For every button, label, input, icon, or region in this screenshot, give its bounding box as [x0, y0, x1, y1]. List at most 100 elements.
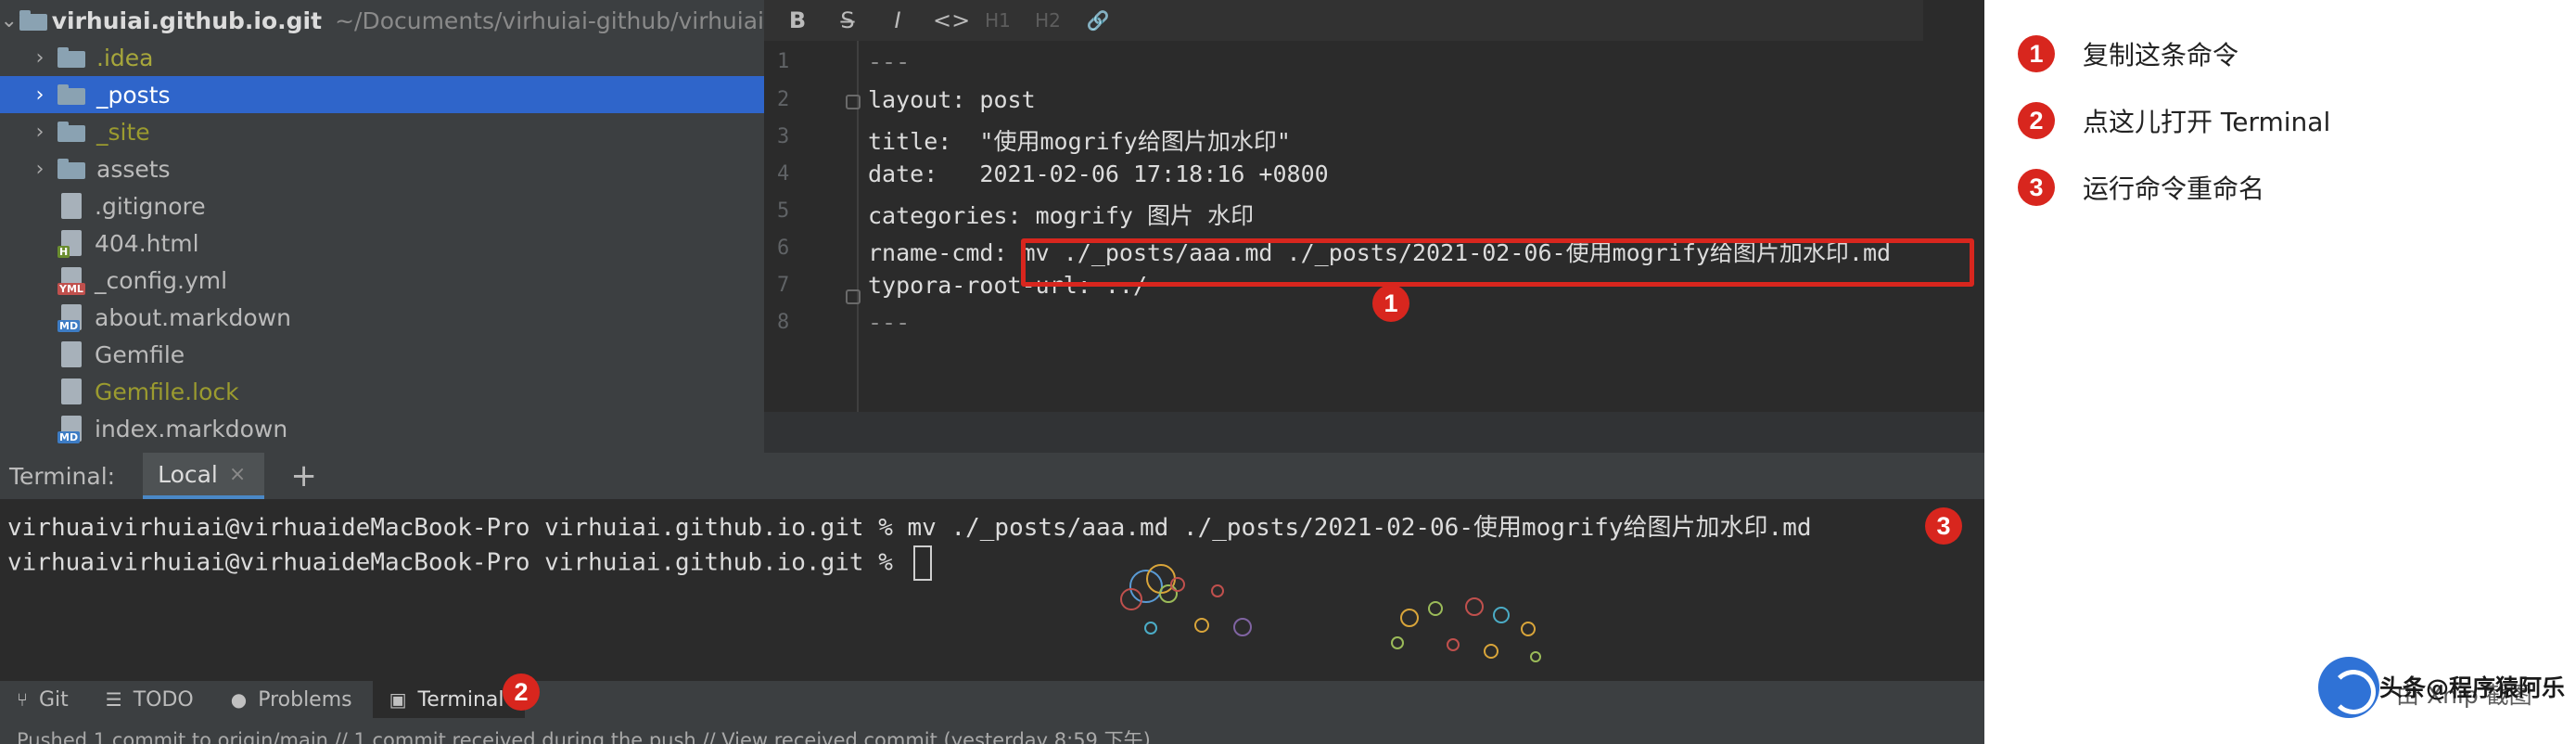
legend-item: 3 运行命令重命名	[2018, 169, 2264, 206]
tab-label: Local	[158, 460, 218, 488]
folder-icon	[57, 122, 85, 142]
tree-item-posts[interactable]: › _posts	[0, 76, 764, 113]
ide-window: ⌄ virhuiai.github.io.git ~/Documents/vir…	[0, 0, 1984, 744]
info-icon: ●	[230, 688, 248, 711]
tool-window-problems[interactable]: ● Problems	[214, 681, 373, 718]
markdown-file-icon: MD	[57, 304, 82, 332]
fold-marker-icon[interactable]	[846, 289, 861, 304]
markdown-toolbar: B S̶ I <> H1 H2 🔗	[764, 0, 1923, 41]
code-line[interactable]: ---	[868, 48, 910, 75]
tree-item-gitignore[interactable]: .gitignore	[0, 187, 764, 224]
annotation-legend: 1 复制这条命令 2 点这儿打开 Terminal 3 运行命令重命名	[1984, 0, 2576, 744]
annotation-badge-3: 3	[1925, 507, 1962, 545]
legend-text: 复制这条命令	[2083, 40, 2239, 71]
tree-root-name: virhuiai.github.io.git	[51, 6, 323, 34]
legend-badge: 2	[2018, 102, 2055, 139]
tool-window-todo[interactable]: ☰ TODO	[89, 681, 214, 718]
html-file-icon: H	[57, 230, 82, 258]
gemfile-icon	[61, 341, 82, 367]
project-tree: ⌄ virhuiai.github.io.git ~/Documents/vir…	[0, 0, 764, 453]
italic-button[interactable]: I	[883, 7, 912, 33]
line-number: 2	[777, 88, 790, 111]
terminal-line: virhuaivirhuiai@virhuaideMacBook-Pro vir…	[7, 514, 1812, 542]
line-number: 1	[777, 50, 790, 73]
legend-badge: 3	[2018, 169, 2055, 206]
tree-item-gemfile-lock[interactable]: Gemfile.lock	[0, 373, 764, 410]
line-number: 3	[777, 125, 790, 148]
line-number: 5	[777, 199, 790, 223]
add-tab-icon[interactable]: +	[290, 457, 317, 494]
tool-window-git[interactable]: ⑂ Git	[0, 681, 89, 718]
tree-item-idea[interactable]: › .idea	[0, 39, 764, 76]
tree-item-label: Gemfile	[95, 340, 185, 368]
line-number: 6	[777, 237, 790, 260]
tool-window-bar: ⑂ Git ☰ TODO ● Problems ▣ Terminal	[0, 681, 1984, 718]
link-button[interactable]: 🔗	[1083, 9, 1113, 32]
chevron-right-icon[interactable]: ›	[28, 158, 52, 181]
folder-icon	[57, 159, 85, 179]
tool-window-label: Terminal	[417, 687, 504, 712]
code-button[interactable]: <>	[933, 7, 970, 33]
terminal-cursor	[912, 545, 932, 581]
strikethrough-button[interactable]: S̶	[833, 7, 862, 33]
tab-local[interactable]: Local ×	[143, 453, 265, 499]
lock-file-icon	[61, 378, 82, 404]
tree-root-path: ~/Documents/virhuiai-github/virhuiai	[335, 6, 764, 34]
tree-item-site[interactable]: › _site	[0, 113, 764, 150]
tree-item-label: assets	[96, 155, 171, 183]
tree-item-label: _config.yml	[95, 266, 228, 294]
line-number: 4	[777, 162, 790, 186]
gitignore-file-icon	[61, 193, 82, 219]
tree-item-index-markdown[interactable]: MD index.markdown	[0, 410, 764, 447]
tool-window-terminal[interactable]: ▣ Terminal	[372, 681, 525, 718]
markdown-file-icon: MD	[57, 416, 82, 443]
legend-item: 1 复制这条命令	[2018, 35, 2238, 72]
chevron-right-icon[interactable]: ›	[28, 46, 52, 70]
editor-footer	[764, 412, 1984, 453]
code-line[interactable]: title: "使用mogrify给图片加水印"	[868, 123, 1291, 157]
tree-item-label: _site	[96, 118, 150, 146]
tree-item-config-yml[interactable]: YML _config.yml	[0, 262, 764, 299]
chevron-right-icon[interactable]: ›	[28, 121, 52, 144]
terminal-label: Terminal:	[9, 462, 116, 490]
chevron-right-icon[interactable]: ›	[28, 83, 52, 107]
tree-item-label: .idea	[96, 44, 154, 71]
close-icon[interactable]: ×	[229, 463, 246, 486]
terminal-tab-bar: Terminal: Local × +	[0, 453, 1984, 499]
code-line[interactable]: categories: mogrify 图片 水印	[868, 198, 1254, 231]
fold-marker-icon[interactable]	[846, 95, 861, 109]
status-bar[interactable]: Pushed 1 commit to origin/main // 1 comm…	[0, 718, 1984, 744]
chevron-down-icon[interactable]: ⌄	[0, 9, 18, 32]
tree-item-label: 404.html	[95, 229, 199, 257]
legend-item: 2 点这儿打开 Terminal	[2018, 102, 2330, 139]
tree-item-label: _posts	[96, 81, 171, 109]
highlight-box	[1021, 238, 1974, 287]
folder-icon	[57, 47, 85, 68]
terminal-output[interactable]: virhuaivirhuiai@virhuaideMacBook-Pro vir…	[0, 499, 1984, 681]
legend-badge: 1	[2018, 35, 2055, 72]
tool-window-label: Problems	[258, 687, 352, 712]
tree-root[interactable]: ⌄ virhuiai.github.io.git ~/Documents/vir…	[0, 2, 764, 39]
list-icon: ☰	[105, 688, 122, 711]
tree-item-label: index.markdown	[95, 415, 288, 443]
code-line[interactable]: layout: post	[868, 86, 1036, 113]
heading1-button[interactable]: H1	[983, 9, 1013, 32]
line-number: 8	[777, 311, 790, 334]
heading2-button[interactable]: H2	[1033, 9, 1063, 32]
terminal-prompt: virhuaivirhuiai@virhuaideMacBook-Pro vir…	[7, 548, 908, 577]
tree-item-gemfile[interactable]: Gemfile	[0, 336, 764, 373]
tree-item-404-html[interactable]: H 404.html	[0, 224, 764, 262]
bold-button[interactable]: B	[783, 7, 812, 33]
markdown-editor[interactable]: B S̶ I <> H1 H2 🔗 1 2 3 4 5 6 7 8 --- la…	[764, 0, 1984, 453]
tree-item-label: about.markdown	[95, 303, 291, 331]
tree-item-about-markdown[interactable]: MD about.markdown	[0, 299, 764, 336]
tool-window-label: Git	[39, 687, 69, 712]
line-gutter: 1 2 3 4 5 6 7 8	[764, 41, 857, 453]
tree-item-assets[interactable]: › assets	[0, 150, 764, 187]
annotation-badge-2: 2	[503, 673, 540, 711]
folder-icon	[19, 10, 48, 31]
code-line[interactable]: date: 2021-02-06 17:18:16 +0800	[868, 160, 1329, 187]
watermark-logo-icon	[2318, 657, 2379, 718]
code-line[interactable]: ---	[868, 309, 910, 336]
terminal-prompt-line: virhuaivirhuiai@virhuaideMacBook-Pro vir…	[7, 545, 932, 581]
